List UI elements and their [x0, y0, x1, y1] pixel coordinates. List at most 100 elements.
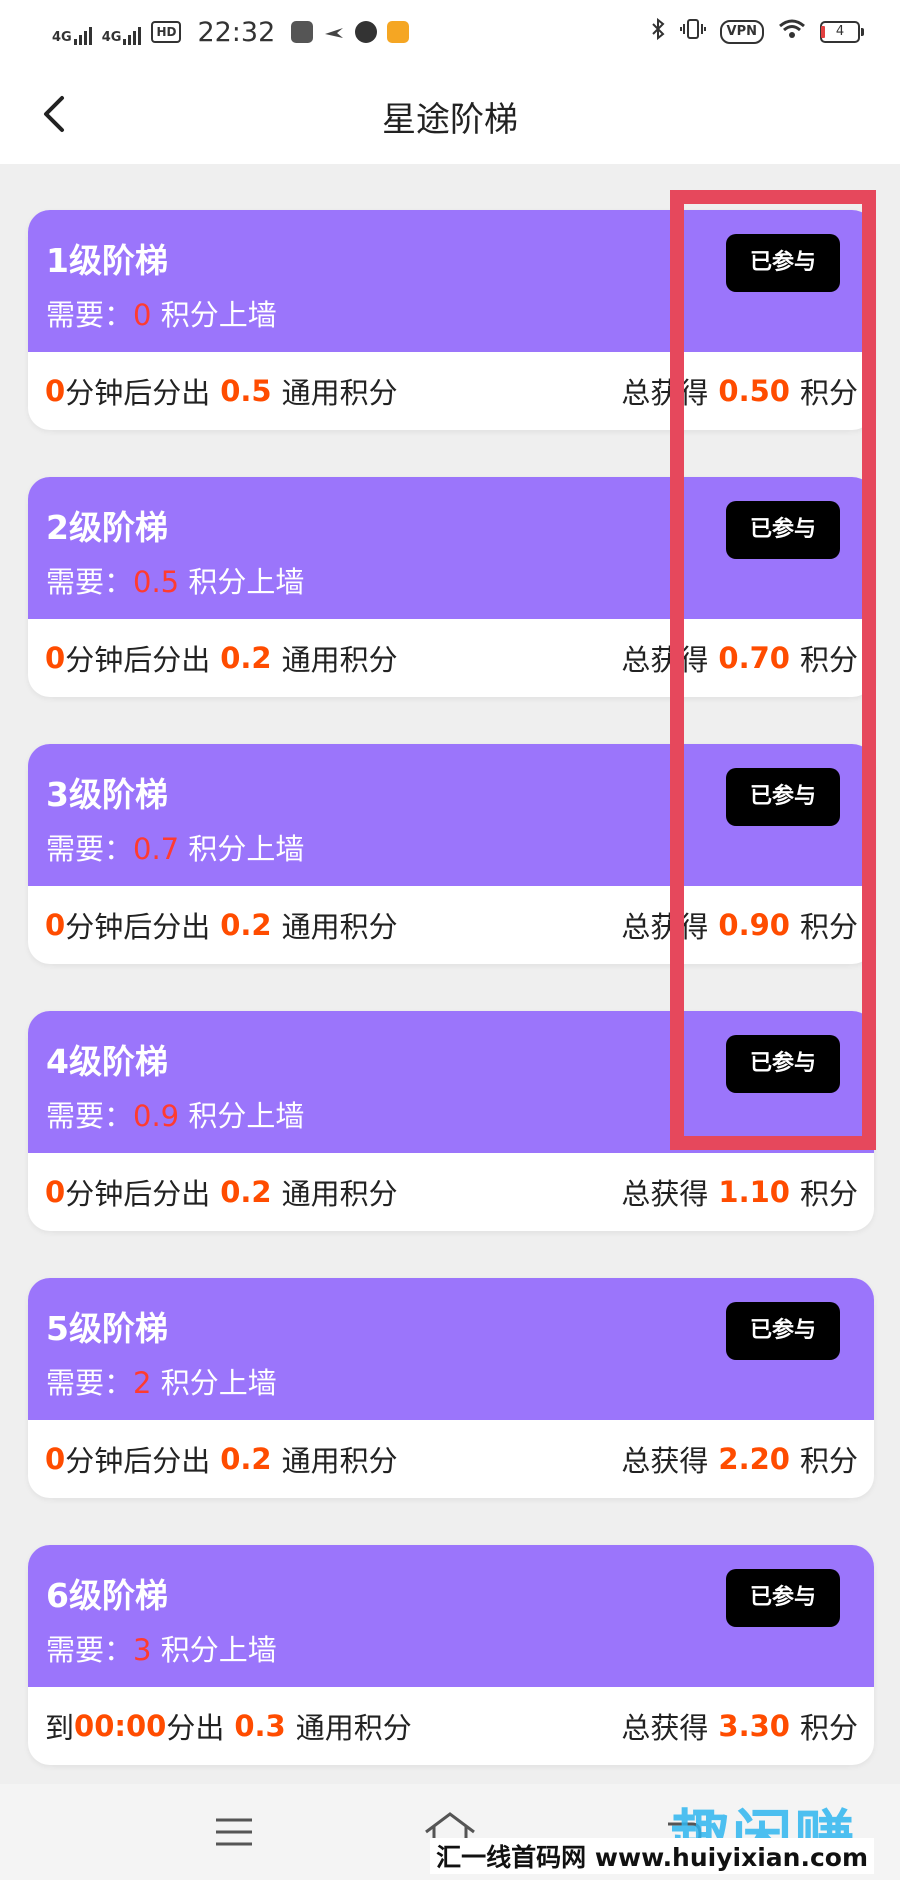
total-value: 3.30	[718, 1709, 790, 1743]
amount-value: 0.2	[220, 641, 272, 675]
requirement-prefix: 需要：	[46, 298, 134, 332]
requirement-prefix: 需要：	[46, 832, 134, 866]
total-label: 总获得	[621, 1444, 709, 1478]
level-title: 6级阶梯	[46, 1576, 168, 1615]
system-nav-bar: 趣闲赚 汇一线首码网 www.huiyixian.com	[0, 1784, 900, 1880]
amount-label: 通用积分	[281, 643, 398, 677]
requirement-line: 需要：0.9 积分上墙	[46, 1093, 304, 1135]
requirement-suffix: 积分上墙	[160, 1633, 277, 1667]
battery-icon: 4	[820, 21, 864, 43]
amount-label: 通用积分	[295, 1711, 412, 1745]
wifi-icon	[778, 17, 806, 47]
status-right: VPN 4	[650, 17, 864, 48]
card-footer: 0 分钟后分出 0.2 通用积分 总获得 1.10 积分	[28, 1153, 874, 1231]
status-left: 4G 4G HD 22:32	[52, 16, 410, 48]
requirement-line: 需要：0.5 积分上墙	[46, 559, 304, 601]
video-app-icon	[387, 21, 410, 43]
status-bar: 4G 4G HD 22:32 VPN 4	[0, 0, 900, 64]
card-footer: 到 00:00 分出 0.3 通用积分 总获得 3.30 积分	[28, 1687, 874, 1765]
bluetooth-icon	[650, 17, 666, 48]
requirement-prefix: 需要：	[46, 1633, 134, 1667]
requirement-line: 需要：3 积分上墙	[46, 1627, 277, 1669]
requirement-suffix: 积分上墙	[160, 1366, 277, 1400]
requirement-prefix: 需要：	[46, 565, 134, 599]
clock: 22:32	[197, 16, 276, 48]
ladder-card-5: 5级阶梯 需要：2 积分上墙 已参与 0 分钟后分出 0.2 通用积分 总获得 2.…	[28, 1278, 874, 1498]
requirement-line: 需要：0 积分上墙	[46, 292, 277, 334]
requirement-value: 0	[133, 298, 152, 332]
requirement-value: 0.7	[133, 832, 180, 866]
requirement-suffix: 积分上墙	[188, 1099, 305, 1133]
requirement-suffix: 积分上墙	[188, 565, 305, 599]
time-label: 分钟后分出	[65, 376, 211, 410]
card-header: 5级阶梯 需要：2 积分上墙 已参与	[28, 1278, 874, 1420]
requirement-suffix: 积分上墙	[160, 298, 277, 332]
total-value: 1.10	[718, 1175, 790, 1209]
amount-value: 0.2	[220, 1175, 272, 1209]
joined-button[interactable]: 已参与	[726, 1302, 840, 1360]
menu-icon	[216, 1818, 252, 1846]
requirement-line: 需要：2 积分上墙	[46, 1360, 277, 1402]
signal-4g-2: 4G	[102, 19, 142, 45]
total-label: 总获得	[621, 1177, 709, 1211]
highlight-annotation-box	[670, 190, 876, 1150]
requirement-prefix: 需要：	[46, 1366, 134, 1400]
time-label: 分钟后分出	[65, 1444, 211, 1478]
time-value: 00:00	[74, 1709, 167, 1743]
alipay-icon	[291, 21, 314, 43]
signal-bars-icon	[123, 27, 142, 45]
total-unit: 积分	[799, 1177, 858, 1211]
time-label: 分钟后分出	[65, 1177, 211, 1211]
jovi-icon	[355, 21, 378, 43]
amount-value: 0.2	[220, 1442, 272, 1476]
time-value: 0	[45, 641, 66, 675]
time-value: 0	[45, 374, 66, 408]
requirement-prefix: 需要：	[46, 1099, 134, 1133]
level-title: 2级阶梯	[46, 508, 168, 547]
time-prefix: 到	[45, 1711, 75, 1745]
amount-label: 通用积分	[281, 1177, 398, 1211]
amount-label: 通用积分	[281, 1444, 398, 1478]
level-title: 1级阶梯	[46, 241, 168, 280]
requirement-value: 0.9	[133, 1099, 180, 1133]
requirement-suffix: 积分上墙	[188, 832, 305, 866]
page-title: 星途阶梯	[382, 100, 518, 140]
time-label: 分钟后分出	[65, 643, 211, 677]
amount-value: 0.5	[220, 374, 272, 408]
hd-voice-icon: HD	[151, 21, 182, 43]
top-header: 星途阶梯	[0, 64, 900, 164]
total-label: 总获得	[621, 1711, 709, 1745]
total-value: 2.20	[718, 1442, 790, 1476]
network-type-label: 4G	[52, 30, 72, 45]
card-footer: 0 分钟后分出 0.2 通用积分 总获得 2.20 积分	[28, 1420, 874, 1498]
time-value: 0	[45, 1175, 66, 1209]
requirement-line: 需要：0.7 积分上墙	[46, 826, 304, 868]
level-title: 3级阶梯	[46, 775, 168, 814]
time-value: 0	[45, 1442, 66, 1476]
vibrate-icon	[679, 17, 706, 47]
card-header: 6级阶梯 需要：3 积分上墙 已参与	[28, 1545, 874, 1687]
signal-bars-icon	[73, 27, 92, 45]
ladder-card-6: 6级阶梯 需要：3 积分上墙 已参与 到 00:00 分出 0.3 通用积分 总获得 …	[28, 1545, 874, 1765]
amount-label: 通用积分	[281, 376, 398, 410]
requirement-value: 3	[133, 1633, 152, 1667]
signal-4g-1: 4G	[52, 19, 92, 45]
joined-button[interactable]: 已参与	[726, 1569, 840, 1627]
amount-value: 0.2	[220, 908, 272, 942]
total-unit: 积分	[799, 1444, 858, 1478]
time-value: 0	[45, 908, 66, 942]
menu-button[interactable]	[204, 1802, 264, 1862]
time-label: 分钟后分出	[65, 910, 211, 944]
level-title: 4级阶梯	[46, 1042, 168, 1081]
network-type-label: 4G	[101, 30, 122, 45]
plane-icon	[323, 21, 345, 43]
vpn-icon: VPN	[719, 20, 764, 44]
requirement-value: 0.5	[133, 565, 180, 599]
level-title: 5级阶梯	[46, 1309, 168, 1348]
time-label: 分出	[166, 1711, 225, 1745]
amount-label: 通用积分	[281, 910, 398, 944]
watermark-site: 汇一线首码网 www.huiyixian.com	[430, 1838, 874, 1874]
total-unit: 积分	[799, 1711, 858, 1745]
requirement-value: 2	[133, 1366, 152, 1400]
amount-value: 0.3	[234, 1709, 286, 1743]
